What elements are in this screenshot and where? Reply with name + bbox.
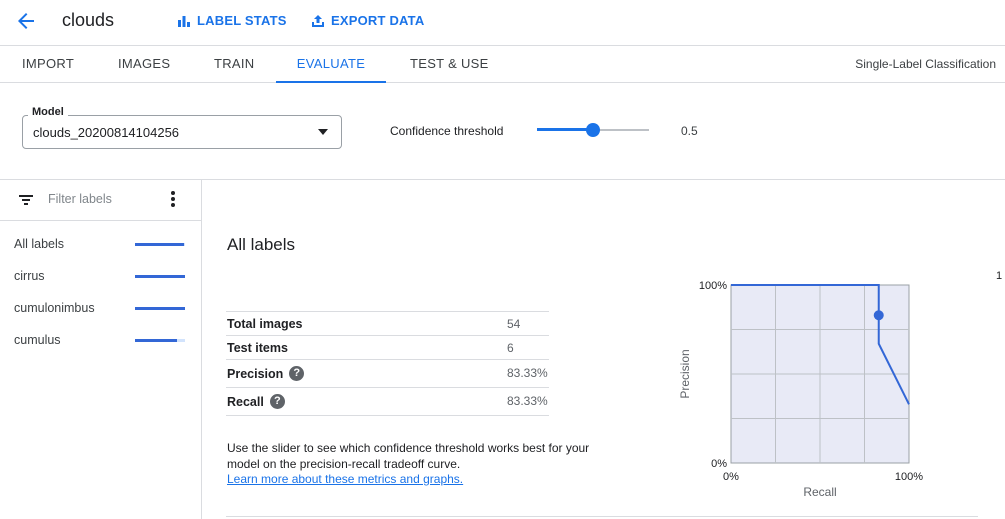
- label-score-bar: [135, 307, 185, 310]
- tab-bar: IMPORT IMAGES TRAIN EVALUATE TEST & USE …: [0, 46, 1005, 83]
- stat-key: Precision?: [227, 366, 305, 381]
- y-axis-label: Precision: [678, 349, 692, 398]
- tab-import[interactable]: IMPORT: [22, 46, 74, 83]
- stats-table: Total images 54 Test items 6 Precision? …: [226, 311, 549, 416]
- label-item-cumulus[interactable]: cumulus: [0, 325, 201, 355]
- stat-key: Total images: [227, 317, 302, 331]
- upload-icon: [311, 14, 325, 28]
- label-stats-label: LABEL STATS: [197, 13, 287, 28]
- help-icon[interactable]: ?: [269, 394, 285, 409]
- label-score-bar: [135, 275, 185, 278]
- tab-images[interactable]: IMAGES: [118, 46, 170, 83]
- confidence-threshold-label: Confidence threshold: [390, 124, 504, 138]
- label-item-name: cumulonimbus: [14, 301, 95, 315]
- sidebar-divider: [201, 180, 202, 519]
- precision-recall-chart: 100% 0%0% 100% Recall Precision: [678, 280, 923, 499]
- model-select-value: clouds_20200814104256: [33, 125, 180, 140]
- filter-labels-input[interactable]: Filter labels: [48, 192, 112, 206]
- label-item-all-labels[interactable]: All labels: [0, 229, 201, 259]
- learn-more-link[interactable]: Learn more about these metrics and graph…: [227, 472, 463, 486]
- threshold-marker: [873, 310, 884, 321]
- stat-key: Test items: [227, 341, 288, 355]
- stat-row-recall: Recall? 83.33%: [226, 388, 549, 416]
- confidence-slider[interactable]: [537, 122, 649, 138]
- y-tick-label: 0%: [711, 458, 727, 470]
- slider-thumb[interactable]: [586, 123, 600, 137]
- model-field-label: Model: [28, 106, 68, 118]
- label-item-cumulonimbus[interactable]: cumulonimbus: [0, 293, 201, 323]
- label-stats-button[interactable]: LABEL STATS: [177, 13, 287, 28]
- model-type-label: Single-Label Classification: [855, 57, 996, 71]
- label-item-name: cumulus: [14, 333, 61, 347]
- tab-evaluate[interactable]: EVALUATE: [276, 46, 386, 83]
- back-arrow-icon[interactable]: [14, 9, 40, 33]
- label-score-bar: [135, 339, 177, 342]
- export-data-button[interactable]: EXPORT DATA: [311, 13, 424, 28]
- bar-chart-icon: [177, 14, 191, 28]
- y-tick-label: 100%: [699, 280, 727, 292]
- stat-value: 83.33%: [507, 366, 548, 380]
- export-data-label: EXPORT DATA: [331, 13, 425, 28]
- app-header: clouds LABEL STATS EXPORT DATA: [0, 0, 1005, 46]
- stat-value: 83.33%: [507, 394, 548, 408]
- stat-key: Recall?: [227, 394, 285, 409]
- label-score-bar: [135, 243, 184, 246]
- help-icon[interactable]: ?: [289, 366, 305, 381]
- dropdown-arrow-icon: [318, 129, 328, 135]
- edge-value: 1: [996, 270, 1003, 282]
- stat-key-text: Test items: [227, 341, 288, 355]
- dataset-title: clouds: [62, 10, 115, 30]
- stat-row-precision: Precision? 83.33%: [226, 360, 549, 388]
- stat-value: 54: [507, 317, 521, 331]
- model-select[interactable]: clouds_20200814104256: [22, 115, 342, 149]
- stat-value: 6: [507, 341, 514, 355]
- bottom-divider: [226, 516, 978, 517]
- slider-fill: [537, 128, 593, 131]
- stat-row-total-images: Total images 54: [226, 312, 549, 336]
- label-item-name: All labels: [14, 237, 65, 251]
- slider-help-text: Use the slider to see which confidence t…: [227, 441, 590, 471]
- filter-icon[interactable]: [18, 193, 34, 207]
- stat-row-test-items: Test items 6: [226, 336, 549, 360]
- x-axis-label: Recall: [803, 485, 836, 499]
- section-title: All labels: [227, 235, 296, 254]
- x-tick-label: 100%: [895, 471, 923, 483]
- x-tick-label: 0%: [723, 471, 739, 483]
- stat-key-text: Total images: [227, 317, 303, 331]
- stat-key-text: Precision: [227, 366, 284, 381]
- tab-train[interactable]: TRAIN: [214, 46, 255, 83]
- section-divider: [0, 179, 1005, 180]
- tab-test-use[interactable]: TEST & USE: [410, 46, 489, 83]
- label-item-cirrus[interactable]: cirrus: [0, 261, 201, 291]
- confidence-value: 0.5: [681, 124, 698, 138]
- more-vert-icon[interactable]: [167, 190, 179, 208]
- stat-key-text: Recall: [227, 394, 264, 409]
- label-item-name: cirrus: [14, 269, 45, 283]
- filter-divider: [0, 220, 201, 221]
